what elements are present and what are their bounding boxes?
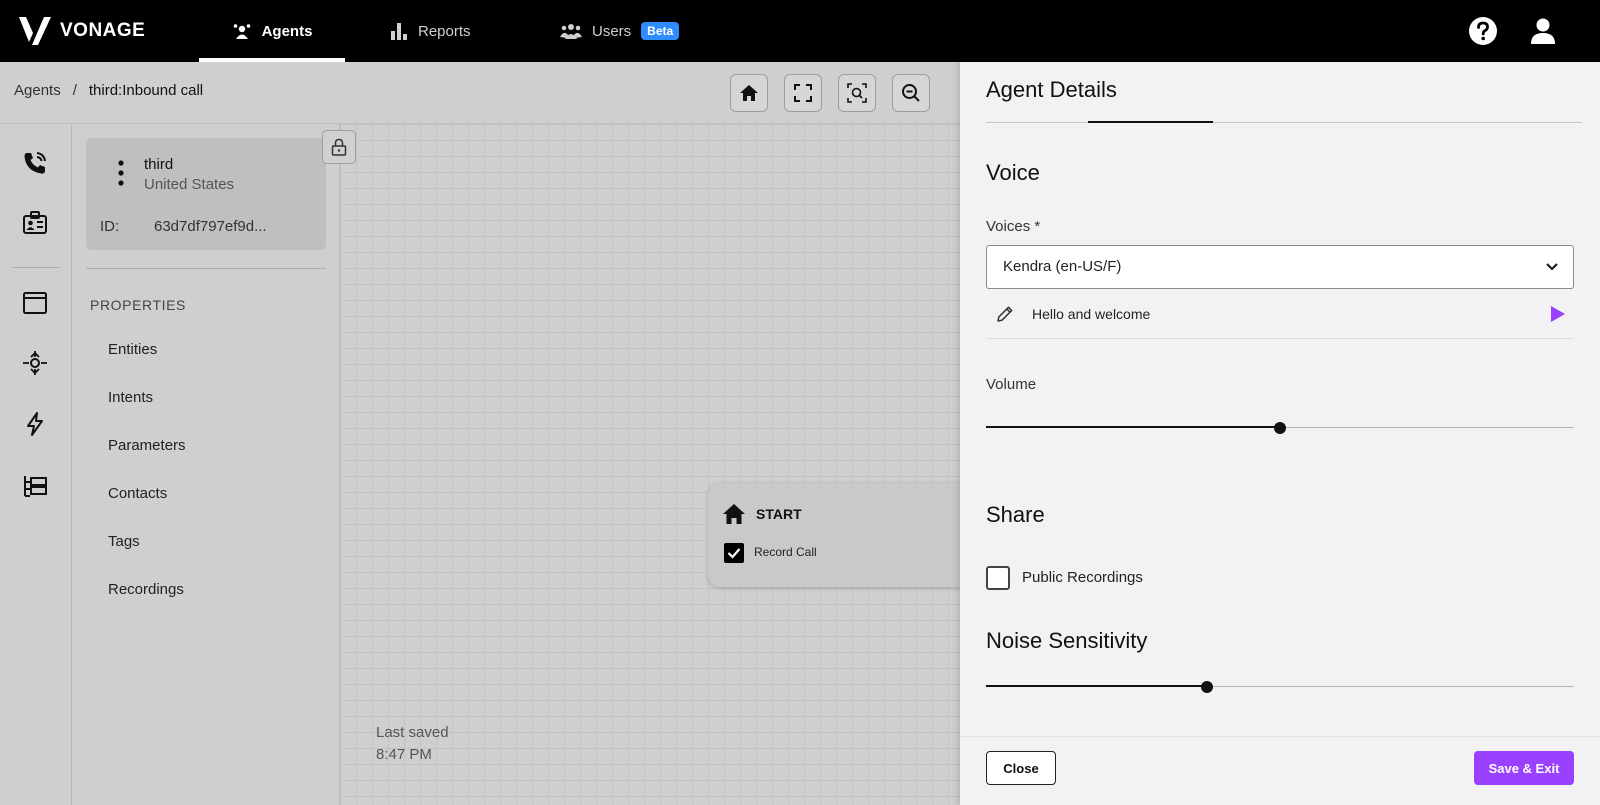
zoom-out-button[interactable]	[892, 74, 930, 112]
home-button[interactable]	[730, 74, 768, 112]
last-saved: Last saved 8:47 PM	[376, 722, 449, 766]
noise-slider-thumb[interactable]	[1200, 681, 1213, 693]
voice-preview-text[interactable]: Hello and welcome	[1032, 306, 1150, 322]
volume-slider-thumb[interactable]	[1274, 422, 1286, 434]
start-node-label: START	[756, 506, 802, 522]
top-bar: VONAGE Agents Reports Users Beta	[0, 0, 1600, 62]
voice-section-title: Voice	[986, 160, 1040, 185]
flow-canvas[interactable]	[340, 124, 960, 805]
public-recordings-checkbox[interactable]	[986, 566, 1010, 590]
brand-name: VONAGE	[60, 20, 146, 41]
id-card-icon[interactable]	[22, 210, 48, 236]
nav-tab-agents[interactable]: Agents	[199, 0, 345, 62]
properties-title: PROPERTIES	[90, 297, 186, 313]
public-recordings-label: Public Recordings	[1022, 569, 1143, 586]
nav-tab-users[interactable]: Users Beta	[560, 0, 680, 62]
agents-icon	[233, 24, 250, 39]
save-exit-button[interactable]: Save & Exit	[1474, 751, 1574, 785]
agent-id-label: ID:	[100, 218, 120, 235]
drawer-tab-line	[986, 122, 1582, 123]
fullscreen-button[interactable]	[784, 74, 822, 112]
tree-icon[interactable]	[22, 473, 48, 499]
bar-chart-icon	[391, 23, 407, 40]
phone-icon[interactable]	[22, 150, 48, 176]
noise-sensitivity-slider[interactable]	[986, 680, 1574, 694]
lock-button[interactable]	[322, 130, 356, 164]
record-call-label: Record Call	[754, 545, 817, 559]
agent-country: United States	[144, 176, 235, 193]
volume-slider-fill	[986, 426, 1280, 428]
voice-preview-row: Hello and welcome	[986, 289, 1574, 339]
nav-tab-users-label: Users	[592, 22, 632, 40]
lock-icon	[331, 138, 347, 156]
breadcrumb: Agents / third:Inbound call	[14, 82, 203, 99]
home-icon	[723, 504, 745, 524]
last-saved-label: Last saved	[376, 724, 449, 741]
pencil-icon[interactable]	[996, 305, 1014, 323]
noise-slider-fill	[986, 685, 1207, 687]
close-button[interactable]: Close	[986, 751, 1056, 785]
brand-logo[interactable]: VONAGE	[18, 14, 145, 48]
breadcrumb-agents-link[interactable]: Agents	[14, 82, 61, 99]
agent-details-drawer: Agent Details Voice Voices * Kendra (en-…	[960, 62, 1600, 805]
users-icon	[560, 24, 582, 39]
volume-slider[interactable]	[986, 421, 1574, 435]
property-intents[interactable]: Intents	[108, 389, 153, 406]
vonage-logo-icon	[19, 17, 51, 45]
agent-id-value: 63d7df797ef9d...	[154, 218, 267, 235]
start-node[interactable]: START Record Call	[708, 483, 960, 587]
breadcrumb-bar: Agents / third:Inbound call	[0, 62, 960, 124]
nav-tab-agents-label: Agents	[261, 22, 313, 40]
voices-select[interactable]: Kendra (en-US/F)	[986, 245, 1574, 289]
rail-divider	[12, 267, 60, 268]
voices-label: Voices *	[986, 218, 1041, 235]
property-entities[interactable]: Entities	[108, 341, 157, 358]
left-rail	[0, 124, 72, 805]
breadcrumb-separator: /	[72, 82, 77, 99]
lightning-icon[interactable]	[22, 411, 48, 437]
drawer-footer: Close Save & Exit	[960, 736, 1600, 805]
panel-divider	[86, 268, 326, 269]
nav-tab-reports-label: Reports	[418, 22, 471, 40]
voices-select-value: Kendra (en-US/F)	[1003, 258, 1122, 275]
zoom-fit-icon	[847, 83, 867, 103]
property-contacts[interactable]: Contacts	[108, 485, 167, 502]
beta-badge: Beta	[641, 22, 680, 40]
zoom-out-icon	[902, 84, 920, 102]
chevron-down-icon	[1546, 263, 1558, 271]
share-section-title: Share	[986, 502, 1045, 527]
network-icon[interactable]	[22, 350, 48, 376]
help-icon[interactable]	[1468, 16, 1498, 46]
drawer-tab-indicator	[1088, 121, 1213, 123]
last-saved-time: 8:47 PM	[376, 746, 432, 763]
user-icon[interactable]	[1528, 16, 1558, 46]
zoom-fit-button[interactable]	[838, 74, 876, 112]
property-tags[interactable]: Tags	[108, 533, 140, 550]
breadcrumb-current: third:Inbound call	[88, 82, 204, 99]
agent-name: third	[144, 156, 174, 173]
property-recordings[interactable]: Recordings	[108, 581, 184, 598]
volume-label: Volume	[986, 376, 1037, 393]
record-call-checkbox[interactable]	[724, 543, 744, 563]
checkmark-icon	[727, 548, 741, 559]
play-icon[interactable]	[1550, 305, 1566, 323]
agent-side-panel: third United States ID: 63d7df797ef9d...…	[72, 124, 340, 805]
fullscreen-icon	[794, 84, 812, 102]
nav-tab-reports[interactable]: Reports	[390, 0, 471, 62]
home-icon	[740, 85, 758, 101]
agent-card: third United States ID: 63d7df797ef9d...	[86, 138, 326, 250]
noise-sensitivity-title: Noise Sensitivity	[986, 628, 1148, 653]
window-icon[interactable]	[22, 290, 48, 316]
drawer-title: Agent Details	[986, 77, 1117, 102]
kebab-menu-icon[interactable]	[118, 160, 124, 186]
property-parameters[interactable]: Parameters	[108, 437, 186, 454]
